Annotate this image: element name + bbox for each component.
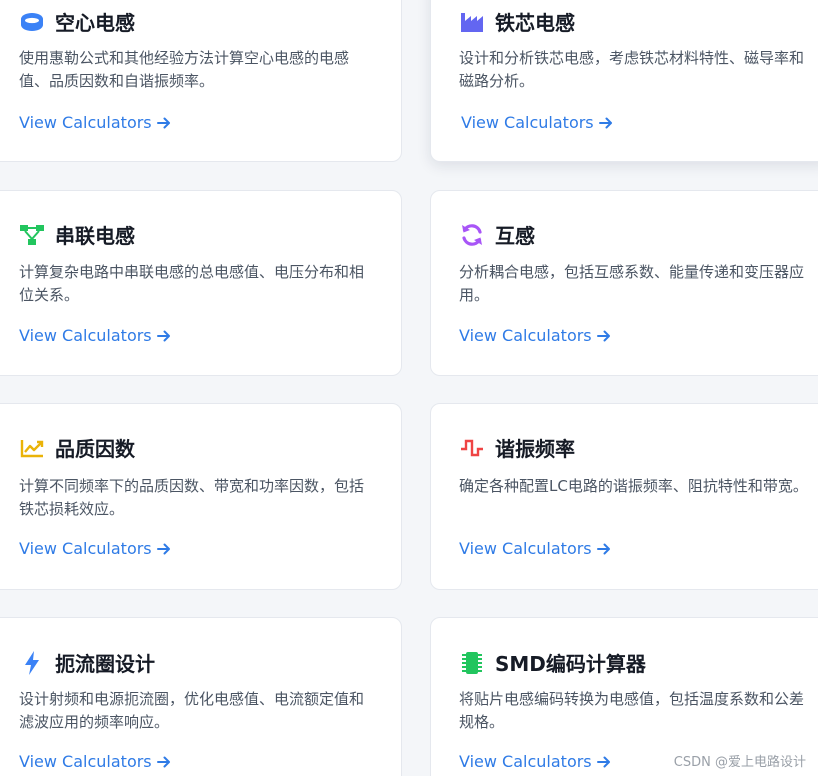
view-calculators-link[interactable]: View Calculators [459, 752, 611, 771]
card-choke-design[interactable]: 扼流圈设计 设计射频和电源扼流圈，优化电感值、电流额定值和滤波应用的频率响应。 … [0, 617, 402, 776]
link-label: View Calculators [459, 326, 592, 345]
arrow-right-icon [156, 755, 171, 769]
wave-square-icon [459, 435, 485, 461]
view-calculators-link[interactable]: View Calculators [459, 326, 611, 345]
card-description: 设计和分析铁芯电感，考虑铁芯材料特性、磁导率和磁路分析。 [459, 49, 805, 90]
card-title: 扼流圈设计 [55, 652, 155, 676]
coil-icon [19, 9, 45, 35]
link-label: View Calculators [459, 752, 592, 771]
card-title: 互感 [495, 224, 535, 248]
card-header: 串联电感 [19, 220, 135, 249]
arrow-right-icon [156, 542, 171, 556]
view-calculators-link[interactable]: View Calculators [19, 752, 171, 771]
card-resonant-frequency[interactable]: 谐振频率 确定各种配置LC电路的谐振频率、阻抗特性和带宽。 View Calcu… [430, 403, 818, 590]
chart-line-icon [19, 435, 45, 461]
link-label: View Calculators [459, 539, 592, 558]
card-air-core-inductor[interactable]: 空心电感 使用惠勒公式和其他经验方法计算空心电感的电感值、品质因数和自谐振频率。… [0, 0, 402, 162]
sync-icon [459, 222, 485, 248]
view-calculators-link[interactable]: View Calculators [459, 539, 611, 558]
arrow-right-icon [596, 329, 611, 343]
card-header: 谐振频率 [459, 433, 575, 462]
card-series-inductor[interactable]: 串联电感 计算复杂电路中串联电感的总电感值、电压分布和相位关系。 View Ca… [0, 190, 402, 376]
view-calculators-link[interactable]: View Calculators [19, 113, 171, 132]
card-header: 扼流圈设计 [19, 648, 155, 677]
watermark: CSDN @爱上电路设计 [673, 755, 806, 770]
link-label: View Calculators [19, 752, 152, 771]
card-title: 串联电感 [55, 224, 135, 248]
card-header: 品质因数 [19, 433, 135, 462]
arrow-right-icon [156, 329, 171, 343]
arrow-right-icon [598, 116, 613, 130]
arrow-right-icon [596, 755, 611, 769]
card-title: 铁芯电感 [495, 11, 575, 35]
card-iron-core-inductor[interactable]: 铁芯电感 设计和分析铁芯电感，考虑铁芯材料特性、磁导率和磁路分析。 View C… [430, 0, 818, 162]
link-label: View Calculators [19, 326, 152, 345]
bolt-icon [19, 650, 45, 676]
card-header: 铁芯电感 [459, 7, 575, 36]
card-title: 谐振频率 [495, 437, 575, 461]
link-label: View Calculators [19, 539, 152, 558]
view-calculators-link[interactable]: View Calculators [19, 539, 171, 558]
card-description: 将贴片电感编码转换为电感值，包括温度系数和公差规格。 [459, 690, 805, 731]
link-label: View Calculators [461, 113, 594, 132]
microchip-icon [459, 650, 485, 676]
card-title: SMD编码计算器 [495, 652, 646, 676]
card-mutual-inductance[interactable]: 互感 分析耦合电感，包括互感系数、能量传递和变压器应用。 View Calcul… [430, 190, 818, 376]
industry-icon [459, 9, 485, 35]
calculator-category-grid: 空心电感 使用惠勒公式和其他经验方法计算空心电感的电感值、品质因数和自谐振频率。… [0, 0, 818, 776]
card-title: 空心电感 [55, 11, 135, 35]
card-title: 品质因数 [55, 437, 135, 461]
link-label: View Calculators [19, 113, 152, 132]
card-header: SMD编码计算器 [459, 648, 646, 677]
card-header: 空心电感 [19, 7, 135, 36]
card-description: 计算复杂电路中串联电感的总电感值、电压分布和相位关系。 [19, 263, 365, 304]
view-calculators-link[interactable]: View Calculators [19, 326, 171, 345]
arrow-right-icon [156, 116, 171, 130]
card-description: 使用惠勒公式和其他经验方法计算空心电感的电感值、品质因数和自谐振频率。 [19, 49, 350, 90]
network-icon [19, 222, 45, 248]
view-calculators-link[interactable]: View Calculators [461, 113, 613, 132]
card-quality-factor[interactable]: 品质因数 计算不同频率下的品质因数、带宽和功率因数，包括铁芯损耗效应。 View… [0, 403, 402, 590]
card-description: 设计射频和电源扼流圈，优化电感值、电流额定值和滤波应用的频率响应。 [19, 690, 365, 731]
card-description: 计算不同频率下的品质因数、带宽和功率因数，包括铁芯损耗效应。 [19, 477, 365, 518]
card-description: 分析耦合电感，包括互感系数、能量传递和变压器应用。 [459, 263, 805, 304]
arrow-right-icon [596, 542, 611, 556]
card-header: 互感 [459, 220, 535, 249]
card-description: 确定各种配置LC电路的谐振频率、阻抗特性和带宽。 [459, 477, 808, 495]
